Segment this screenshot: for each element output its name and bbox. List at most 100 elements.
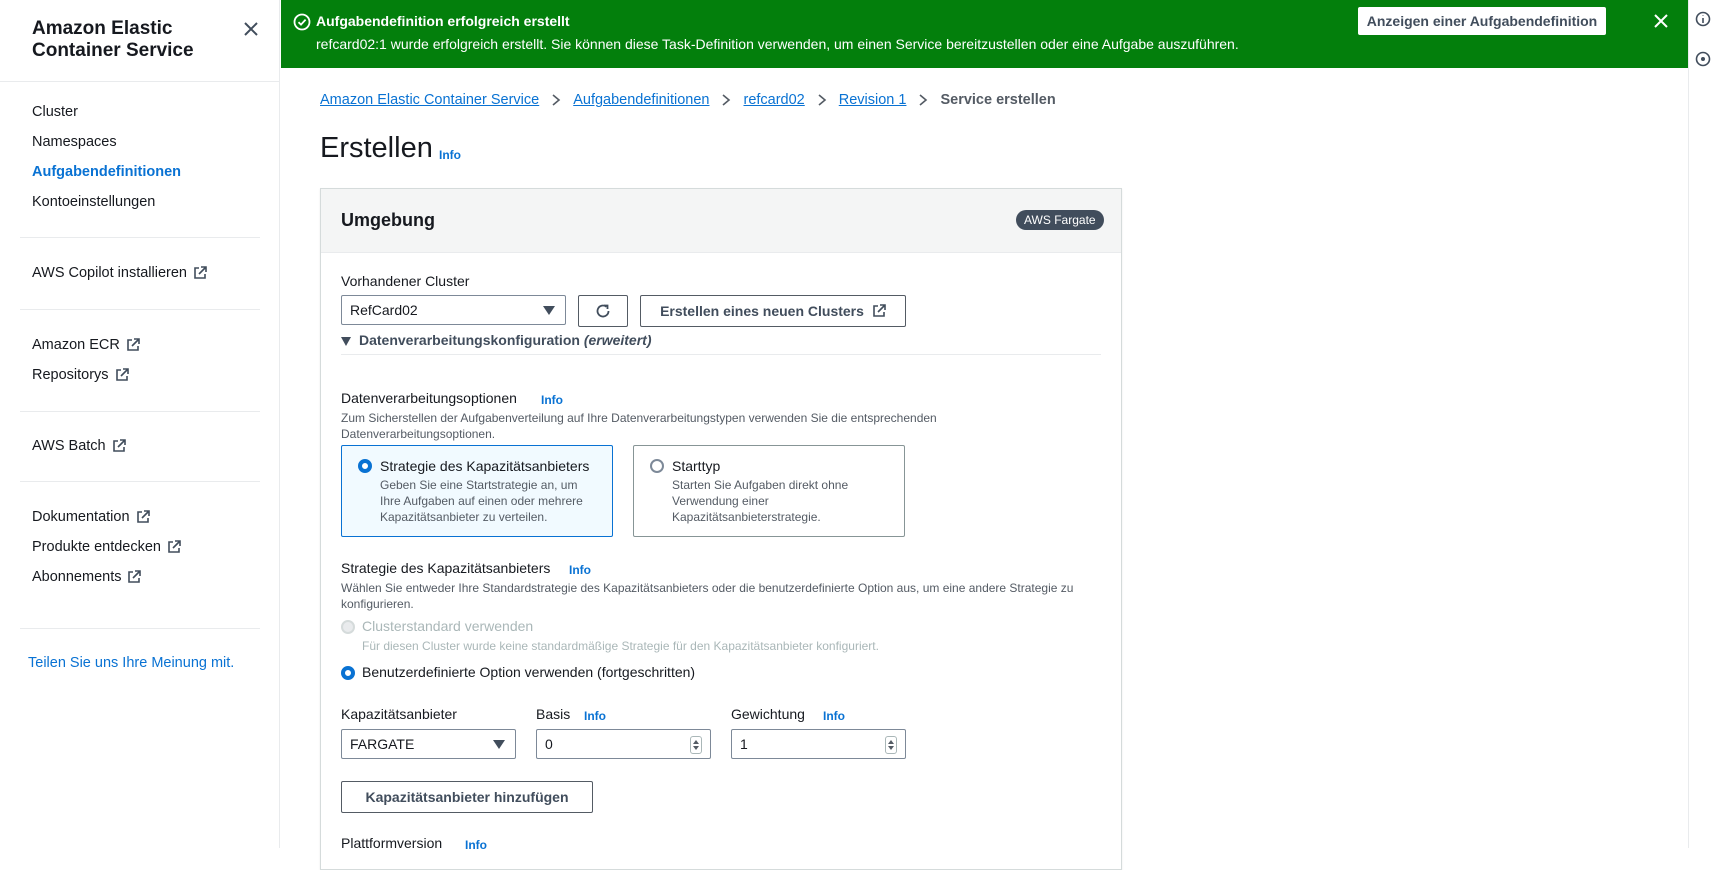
radio-button[interactable] <box>341 666 355 680</box>
feedback-link[interactable]: Teilen Sie uns Ihre Meinung mit. <box>28 655 234 671</box>
sidebar-item-label: Dokumentation <box>32 509 130 525</box>
breadcrumb-current: Service erstellen <box>940 92 1056 108</box>
tile-description: Geben Sie eine Startstrategie an, um Ihr… <box>380 478 583 524</box>
success-check-icon <box>293 13 311 31</box>
sidebar-item-label: Cluster <box>32 104 78 120</box>
capacity-provider-select[interactable]: FARGATE <box>341 729 516 759</box>
input-value: 1 <box>740 736 748 752</box>
caret-down-icon <box>543 306 555 315</box>
info-link[interactable]: Info <box>465 838 487 852</box>
info-icon[interactable] <box>1695 11 1711 27</box>
radio-button[interactable] <box>650 459 664 473</box>
sidebar-item-subscriptions[interactable]: Abonnements <box>32 569 142 585</box>
external-link-icon <box>168 540 181 553</box>
sidebar-item-copilot[interactable]: AWS Copilot installieren <box>32 265 207 281</box>
breadcrumb-item-refcard02[interactable]: refcard02 <box>743 92 804 108</box>
strategy-label: Strategie des Kapazitätsanbieters <box>341 560 551 576</box>
sidebar-item-label: AWS Batch <box>32 438 106 454</box>
info-link[interactable]: Info <box>541 393 563 407</box>
sidebar-item-label: AWS Copilot installieren <box>32 265 187 281</box>
sidebar-title[interactable]: Amazon Elastic Container Service <box>32 18 242 62</box>
cluster-default-option: Clusterstandard verwenden <box>362 618 534 634</box>
external-link-icon <box>128 570 142 583</box>
banner-message: refcard02:1 wurde erfolgreich erstellt. … <box>316 36 1239 52</box>
external-link-icon <box>127 338 140 351</box>
sidebar-item-cluster[interactable]: Cluster <box>32 104 78 120</box>
info-link[interactable]: Info <box>823 709 845 723</box>
stepper-icon[interactable] <box>885 736 897 754</box>
sidebar-item-label: Abonnements <box>32 569 122 585</box>
expander-label: Datenverarbeitungskonfiguration (erweite… <box>359 332 652 348</box>
external-link-icon <box>136 510 150 523</box>
info-link[interactable]: Info <box>439 148 461 162</box>
stepper-icon[interactable] <box>690 736 702 754</box>
caret-down-icon <box>493 740 505 749</box>
refresh-button[interactable] <box>578 295 628 327</box>
sidebar-item-label: Kontoeinstellungen <box>32 194 156 210</box>
expander-suffix: (erweitert) <box>583 332 652 348</box>
sidebar-item-account-settings[interactable]: Kontoeinstellungen <box>32 194 155 210</box>
breadcrumb-item-task-definitions[interactable]: Aufgabendefinitionen <box>573 92 709 108</box>
compute-config-expander[interactable]: Datenverarbeitungskonfiguration (erweite… <box>341 332 1101 355</box>
divider <box>20 481 260 482</box>
sidebar-item-task-definitions[interactable]: Aufgabendefinitionen <box>32 164 181 180</box>
container-header: Umgebung AWS Fargate <box>321 189 1121 253</box>
radio-button[interactable] <box>358 459 372 473</box>
close-icon[interactable] <box>1653 13 1669 29</box>
add-capacity-provider-button[interactable]: Kapazitätsanbieter hinzufügen <box>341 781 593 813</box>
tile-description: Starten Sie Aufgaben direkt ohne Verwend… <box>672 478 849 524</box>
caret-down-icon <box>341 337 351 346</box>
tile-title: Starttyp <box>672 458 721 474</box>
close-icon[interactable] <box>240 18 262 40</box>
fargate-badge: AWS Fargate <box>1016 210 1104 230</box>
info-link[interactable]: Info <box>569 563 591 577</box>
view-task-definition-button[interactable]: Anzeigen einer Aufgabendefinition <box>1358 7 1606 35</box>
chevron-right-icon <box>552 94 561 106</box>
sidebar-item-documentation[interactable]: Dokumentation <box>32 509 150 525</box>
compute-options-label: Datenverarbeitungsoptionen <box>341 390 517 406</box>
capacity-provider-strategy-tile[interactable]: Strategie des Kapazitätsanbieters Geben … <box>341 445 613 537</box>
base-input[interactable]: 0 <box>536 729 711 759</box>
breadcrumb-item-revision[interactable]: Revision 1 <box>839 92 907 108</box>
success-flashbar: Aufgabendefinition erfolgreich erstellt … <box>281 0 1688 68</box>
compute-options-description: Zum Sicherstellen der Aufgabenverteilung… <box>341 411 937 441</box>
select-value: RefCard02 <box>350 302 418 318</box>
divider <box>20 628 260 629</box>
sidebar-item-discover-products[interactable]: Produkte entdecken <box>32 539 181 555</box>
external-link-icon <box>112 439 126 452</box>
breadcrumb-item-ecs[interactable]: Amazon Elastic Container Service <box>320 92 539 108</box>
external-link-icon <box>115 368 129 381</box>
weight-input[interactable]: 1 <box>731 729 906 759</box>
chevron-right-icon <box>919 94 928 106</box>
capacity-provider-label: Kapazitätsanbieter <box>341 706 457 722</box>
info-link[interactable]: Info <box>584 709 606 723</box>
page-title: Erstellen <box>320 132 433 164</box>
sidebar-item-namespaces[interactable]: Namespaces <box>32 134 117 150</box>
chevron-right-icon <box>722 94 731 106</box>
tools-panel-strip <box>1688 0 1711 848</box>
existing-cluster-label: Vorhandener Cluster <box>341 273 470 289</box>
sidebar-item-batch[interactable]: AWS Batch <box>32 438 126 454</box>
divider <box>20 309 260 310</box>
sidebar-item-repositories[interactable]: Repositorys <box>32 367 129 383</box>
expander-title: Datenverarbeitungskonfiguration <box>359 332 580 348</box>
breadcrumb: Amazon Elastic Container Service Aufgabe… <box>320 92 1056 108</box>
sidebar-item-label: Produkte entdecken <box>32 539 161 555</box>
weight-label: Gewichtung <box>731 706 805 722</box>
side-navigation: Amazon Elastic Container Service Cluster… <box>0 0 280 848</box>
cluster-default-description: Für diesen Cluster wurde keine standardm… <box>362 639 879 653</box>
existing-cluster-select[interactable]: RefCard02 <box>341 295 566 325</box>
divider <box>20 237 260 238</box>
sidebar-item-label: Namespaces <box>32 134 117 150</box>
input-value: 0 <box>545 736 553 752</box>
sidebar-item-label: Amazon ECR <box>32 337 120 353</box>
divider <box>0 81 279 82</box>
create-new-cluster-button[interactable]: Erstellen eines neuen Clusters <box>640 295 906 327</box>
sidebar-item-ecr[interactable]: Amazon ECR <box>32 337 140 353</box>
settings-icon[interactable] <box>1695 51 1711 67</box>
sidebar-item-label: Repositorys <box>32 367 109 383</box>
radio-button[interactable] <box>341 620 355 634</box>
platform-version-label: Plattformversion <box>341 835 443 851</box>
container-title: Umgebung <box>341 210 435 230</box>
launch-type-tile[interactable]: Starttyp Starten Sie Aufgaben direkt ohn… <box>633 445 905 537</box>
